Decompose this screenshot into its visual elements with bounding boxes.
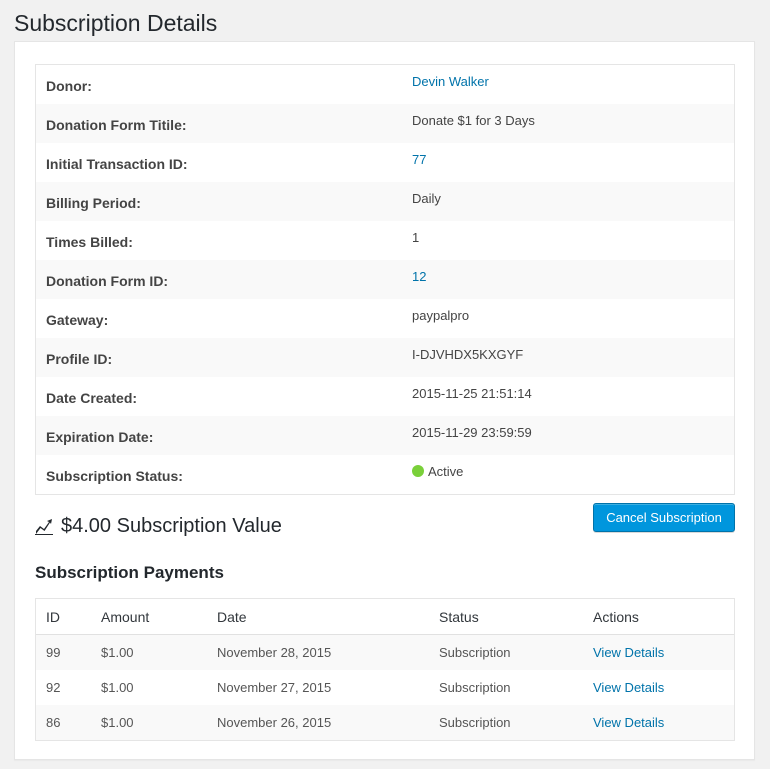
transaction-id-link[interactable]: 77: [412, 152, 426, 167]
detail-label: Gateway:: [46, 312, 109, 328]
subscription-value-text: $4.00 Subscription Value: [61, 515, 282, 537]
detail-label: Donation Form Titile:: [46, 117, 187, 133]
detail-row-date-created: Date Created: 2015-11-25 21:51:14: [36, 377, 734, 416]
chart-icon: [35, 518, 53, 535]
detail-value: I-DJVHDX5KXGYF: [412, 347, 524, 362]
detail-label: Donor:: [46, 78, 92, 94]
view-details-link[interactable]: View Details: [593, 715, 664, 730]
detail-label: Billing Period:: [46, 195, 141, 211]
payment-date: November 26, 2015: [217, 715, 332, 730]
payment-amount: $1.00: [101, 715, 134, 730]
payment-amount: $1.00: [101, 645, 134, 660]
payment-id: 99: [46, 645, 61, 660]
detail-row-donor: Donor: Devin Walker: [36, 65, 734, 104]
page-title: Subscription Details: [14, 10, 218, 36]
view-details-link[interactable]: View Details: [593, 680, 664, 695]
detail-value: paypalpro: [412, 308, 470, 323]
detail-row-form-title: Donation Form Titile: Donate $1 for 3 Da…: [36, 104, 734, 143]
column-header-id: ID: [46, 609, 60, 625]
detail-row-times-billed: Times Billed: 1: [36, 221, 734, 260]
status-dot-icon: [412, 465, 424, 477]
detail-label: Initial Transaction ID:: [46, 156, 188, 172]
payments-table: ID Amount Date Status Actions 99 $1.00 N…: [35, 598, 735, 741]
cancel-subscription-button[interactable]: Cancel Subscription: [593, 503, 735, 532]
detail-row-form-id: Donation Form ID: 12: [36, 260, 734, 299]
status-value: Active: [412, 464, 463, 479]
form-id-link[interactable]: 12: [412, 269, 426, 284]
details-table: Donor: Devin Walker Donation Form Titile…: [35, 64, 735, 495]
subscription-value-heading: $4.00 Subscription Value: [35, 515, 282, 538]
table-row: 92 $1.00 November 27, 2015 Subscription …: [36, 670, 734, 705]
detail-label: Times Billed:: [46, 234, 133, 250]
detail-value: Donate $1 for 3 Days: [412, 113, 535, 128]
payments-table-header: ID Amount Date Status Actions: [36, 599, 734, 635]
detail-value: Daily: [412, 191, 441, 206]
detail-row-expiration-date: Expiration Date: 2015-11-29 23:59:59: [36, 416, 734, 455]
payment-date: November 27, 2015: [217, 680, 332, 695]
table-row: 99 $1.00 November 28, 2015 Subscription …: [36, 635, 734, 670]
payments-heading: Subscription Payments: [35, 563, 224, 582]
payment-id: 86: [46, 715, 61, 730]
detail-row-status: Subscription Status: Active: [36, 455, 734, 494]
payment-status: Subscription: [439, 645, 511, 660]
detail-label: Subscription Status:: [46, 468, 183, 484]
table-row: 86 $1.00 November 26, 2015 Subscription …: [36, 705, 734, 740]
column-header-status: Status: [439, 609, 479, 625]
view-details-link[interactable]: View Details: [593, 645, 664, 660]
detail-value: 1: [412, 230, 420, 245]
payment-date: November 28, 2015: [217, 645, 332, 660]
payment-amount: $1.00: [101, 680, 134, 695]
donor-link[interactable]: Devin Walker: [412, 74, 489, 89]
detail-value: 2015-11-25 21:51:14: [412, 386, 532, 401]
payment-id: 92: [46, 680, 61, 695]
detail-row-transaction-id: Initial Transaction ID: 77: [36, 143, 734, 182]
detail-value: 2015-11-29 23:59:59: [412, 425, 532, 440]
payment-status: Subscription: [439, 680, 511, 695]
detail-row-billing-period: Billing Period: Daily: [36, 182, 734, 221]
detail-label: Date Created:: [46, 390, 138, 406]
column-header-amount: Amount: [101, 609, 150, 625]
detail-label: Expiration Date:: [46, 429, 154, 445]
detail-row-gateway: Gateway: paypalpro: [36, 299, 734, 338]
status-text: Active: [428, 464, 464, 479]
detail-label: Donation Form ID:: [46, 273, 169, 289]
column-header-date: Date: [217, 609, 247, 625]
detail-row-profile-id: Profile ID: I-DJVHDX5KXGYF: [36, 338, 734, 377]
subscription-panel: Donor: Devin Walker Donation Form Titile…: [14, 41, 755, 760]
detail-label: Profile ID:: [46, 351, 113, 367]
payment-status: Subscription: [439, 715, 511, 730]
column-header-actions: Actions: [593, 609, 639, 625]
